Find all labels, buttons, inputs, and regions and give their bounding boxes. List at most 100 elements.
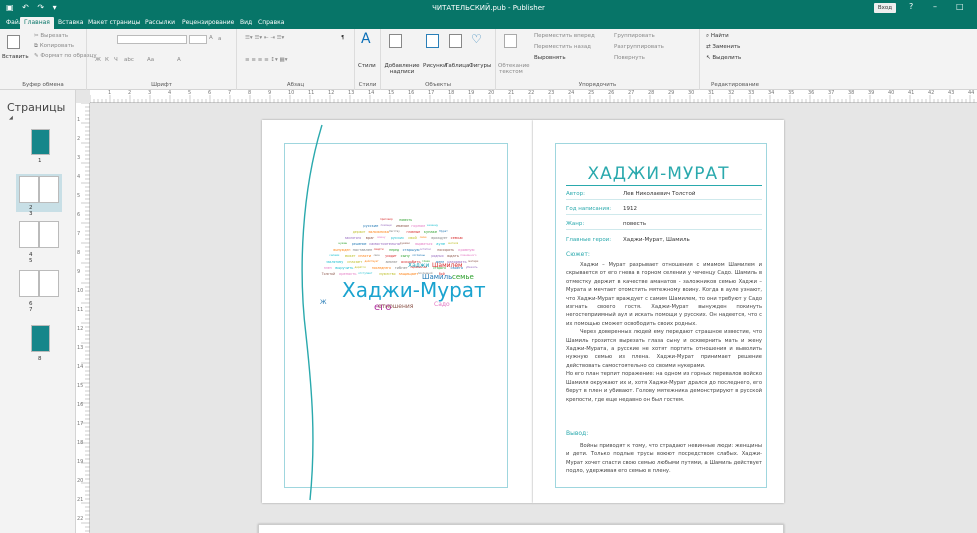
align-icons[interactable]: ≡ ≡ ≡ ≡ ↕▾ ▦▾ [245, 57, 288, 63]
word-cloud-image[interactable]: Хаджи-Мурат его Шамиль семье Шамилем Хаджи от… [312, 200, 500, 375]
word-cloud-word: заклятому [326, 260, 344, 264]
tab-mailings[interactable]: Рассылки [145, 19, 175, 26]
ruler-label: 24 [568, 90, 575, 96]
styles-icon[interactable]: A [361, 31, 371, 47]
thumb-page [19, 176, 39, 203]
tab-insert[interactable]: Вставка [58, 19, 83, 26]
draw-text-box-button[interactable]: Добавление надписи [383, 63, 421, 75]
ruler-label: 17 [77, 421, 84, 427]
wrap-text-button[interactable]: Обтекание текстом [498, 63, 530, 75]
word-cloud-word: ауле [436, 242, 446, 246]
author-value: Лев Николаевич Толстой [623, 191, 696, 197]
word-cloud-word: последний [417, 272, 433, 275]
ungroup-button[interactable]: Разгруппировать [614, 44, 664, 50]
shapes-icon[interactable]: ♡ [471, 32, 482, 46]
ruler-label: 5 [77, 193, 81, 199]
pictures-icon[interactable] [426, 34, 439, 48]
paste-icon[interactable] [7, 35, 20, 49]
word-cloud-word: заклятого [344, 236, 362, 240]
pilcrow-button[interactable]: ¶ [341, 35, 345, 41]
restore-button[interactable]: □ [956, 2, 964, 11]
help-button[interactable]: ? [909, 2, 913, 11]
ruler-label: 9 [268, 90, 272, 96]
thumb-number: 4 5 [29, 252, 33, 264]
select-button[interactable]: ↖ Выделить [706, 55, 741, 61]
page-2[interactable]: Хаджи-Мурат его Шамиль семье Шамилем Хаджи от… [262, 120, 533, 503]
cut-button[interactable]: ✂ Вырезать [34, 33, 68, 39]
tab-view[interactable]: Вид [240, 19, 252, 26]
word-cloud-word: самостоятельно [369, 242, 400, 246]
bring-forward-button[interactable]: Переместить вперед [534, 33, 595, 39]
pictures-button[interactable]: Рисунки [423, 63, 447, 69]
table-button[interactable]: Таблица [445, 63, 469, 69]
sign-in-button[interactable]: Вход [874, 3, 896, 13]
word-cloud-word: поставлен [352, 248, 373, 252]
ruler-label: 13 [348, 90, 355, 96]
plot-paragraph-2: Через доверенных людей ему передают стра… [566, 329, 762, 369]
word-cloud-word: гибнет [394, 266, 408, 270]
word-cloud-word: спасти [358, 254, 372, 258]
italic-button[interactable]: К [105, 57, 109, 63]
ruler-label: 4 [168, 90, 172, 96]
bold-button[interactable]: Ж [95, 57, 101, 63]
wrap-text-icon[interactable] [504, 34, 517, 48]
bullets-icon[interactable]: ☰▾ ☰▾ ⇤ ⇥ ☰▾ [245, 35, 284, 41]
ruler-label: 36 [808, 90, 815, 96]
ruler-label: 12 [77, 326, 84, 332]
genre-value: повесть [623, 221, 647, 227]
font-color-button[interactable]: A [177, 57, 181, 63]
send-backward-button[interactable]: Переместить назад [534, 44, 591, 50]
replace-button[interactable]: ⇄ Заменить [706, 44, 740, 50]
shapes-button[interactable]: Фигуры [469, 63, 491, 69]
copy-button[interactable]: ⧉ Копировать [34, 43, 74, 50]
shrink-font-button[interactable]: a [218, 36, 221, 42]
page-3[interactable]: ХАДЖИ-МУРАТ Автор: Лев Николаевич Толсто… [533, 120, 784, 503]
ruler-label: 6 [77, 212, 81, 218]
vertical-ruler[interactable]: 1234567891011121314151617181920212223 [76, 103, 90, 533]
word-cloud-word: перебежчик [410, 266, 428, 269]
underline-button[interactable]: Ч [114, 57, 118, 63]
conclusion-text: Войны приводят к тому, что страдают неви… [566, 442, 762, 476]
tab-page-design[interactable]: Макет страницы [88, 19, 141, 26]
tab-help[interactable]: Справка [258, 19, 284, 26]
paste-button[interactable]: Вставить [2, 54, 29, 60]
tab-home[interactable]: Главная [20, 17, 54, 29]
tab-review[interactable]: Рецензирование [182, 19, 234, 26]
rotate-button[interactable]: Повернуть [614, 55, 645, 61]
ruler-label: 14 [368, 90, 375, 96]
document-canvas[interactable]: Хаджи-Мурат его Шамиль семье Шамилем Хаджи от… [90, 103, 977, 533]
thumb-cover [31, 325, 50, 352]
collapse-icon[interactable]: ◢ [9, 115, 13, 121]
vertical-ruler-ticks [81, 103, 90, 532]
font-name-combo[interactable] [117, 35, 187, 44]
strikethrough-button[interactable]: abc [124, 57, 134, 63]
horizontal-ruler[interactable]: 1 2 3 4 5 6 7 8 9 10 11 12 13 14 15 16 17 18 19 20 21 22 23 24 2… [90, 90, 977, 103]
ruler-label: 42 [928, 90, 935, 96]
thumb-cover [31, 129, 50, 155]
word-cloud-word: приговор [380, 218, 393, 221]
align-button[interactable]: Выровнять [534, 55, 566, 61]
font-size-combo[interactable] [189, 35, 207, 44]
word-cloud-word: семье [452, 273, 474, 281]
text-box-icon[interactable] [389, 34, 402, 48]
group-button[interactable]: Группировать [614, 33, 655, 39]
table-icon[interactable] [449, 34, 462, 48]
word-cloud-word: мужество [379, 272, 396, 276]
styles-group: A Стили Стили [355, 29, 381, 90]
year-label: Год написания: [566, 206, 612, 212]
ruler-label: 15 [77, 383, 84, 389]
find-button[interactable]: ⌕ Найти [706, 33, 729, 40]
minimize-button[interactable]: – [933, 2, 937, 11]
styles-group-label: Стили [358, 82, 377, 88]
grow-font-button[interactable]: A [209, 35, 213, 41]
font-group-label: Шрифт [151, 82, 172, 88]
ruler-label: 30 [688, 90, 695, 96]
copy-label: Копировать [39, 43, 75, 49]
word-cloud-word: воину [377, 236, 386, 239]
editing-group-label: Редактирование [711, 82, 759, 88]
styles-button[interactable]: Стили [358, 63, 376, 69]
change-case-button[interactable]: Aa [147, 57, 154, 63]
word-cloud-word: остатки [419, 248, 431, 251]
word-cloud-word: ждать [446, 254, 459, 258]
ruler-label: 1 [77, 117, 81, 123]
